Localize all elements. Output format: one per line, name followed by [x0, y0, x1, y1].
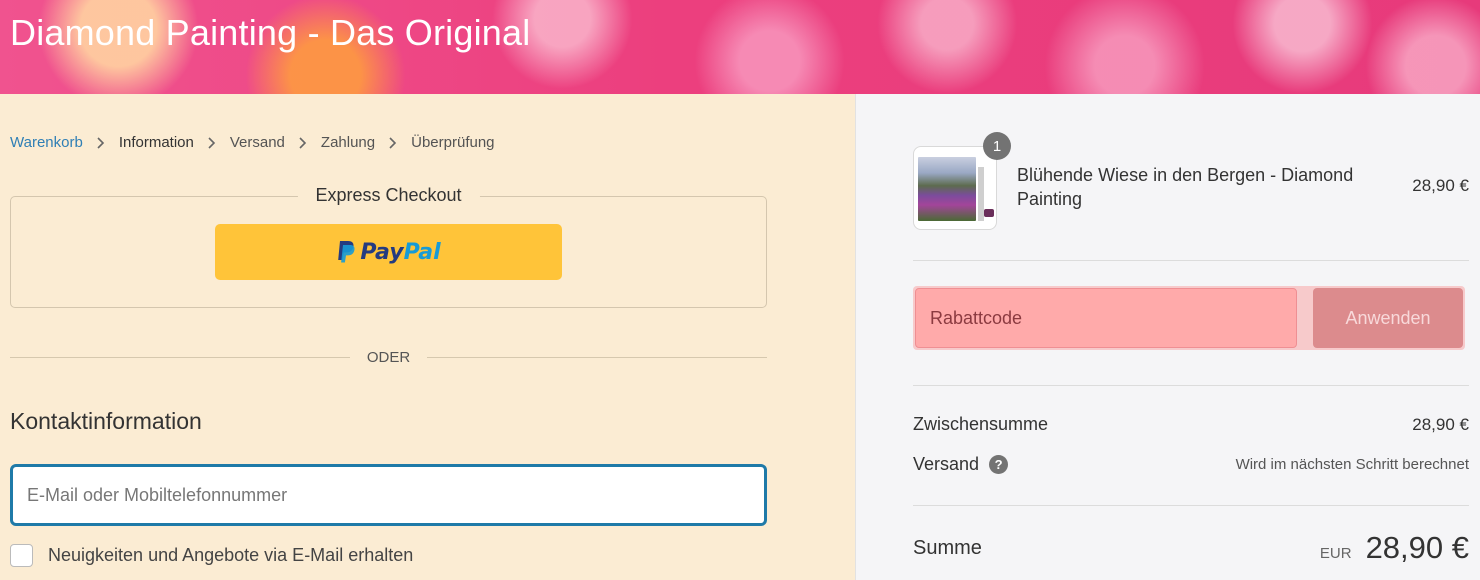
shipping-label: Versand: [913, 454, 980, 474]
chevron-right-icon: [208, 136, 216, 149]
shipping-value: Wird im nächsten Schritt berechnet: [1235, 456, 1469, 473]
divider-line: [913, 505, 1469, 506]
newsletter-label: Neuigkeiten und Angebote via E-Mail erha…: [48, 545, 414, 565]
apply-discount-button[interactable]: Anwenden: [1313, 288, 1463, 348]
chevron-right-icon: [97, 136, 105, 149]
discount-code-field[interactable]: [915, 288, 1297, 348]
header-banner: Diamond Painting - Das Original: [0, 0, 1480, 94]
shipping-row: Versand ? Wird im nächsten Schritt berec…: [913, 454, 1469, 475]
paypal-logo: PayPal: [336, 239, 441, 265]
total-label: Summe: [913, 536, 982, 559]
newsletter-option[interactable]: Neuigkeiten und Angebote via E-Mail erha…: [10, 544, 413, 567]
breadcrumb-cart[interactable]: Warenkorb: [10, 134, 83, 151]
breadcrumb-review: Überprüfung: [411, 134, 495, 151]
paypal-word-pay: Pay: [360, 239, 404, 265]
subtotal-value: 28,90 €: [1412, 414, 1469, 434]
divider-line: [913, 260, 1469, 261]
breadcrumb-information: Information: [118, 134, 194, 151]
paypal-word-pal: Pal: [403, 239, 441, 265]
breadcrumb-shipping: Versand: [229, 134, 285, 151]
email-input[interactable]: [13, 467, 764, 523]
or-divider: ODER: [10, 347, 767, 367]
paypal-icon: [338, 241, 355, 263]
help-icon[interactable]: ?: [989, 455, 1009, 474]
contact-heading: Kontaktinformation: [10, 408, 202, 434]
discount-code-section: Anwenden: [913, 286, 1469, 350]
total-amount-group: EUR 28,90 €: [1320, 530, 1469, 566]
product-price: 28,90 €: [1412, 176, 1469, 195]
subtotal-row: Zwischensumme 28,90 €: [913, 414, 1469, 435]
quantity-badge: 1: [983, 132, 1011, 160]
divider-line: [913, 385, 1469, 386]
product-name: Blühende Wiese in den Bergen - Diamond P…: [1017, 165, 1354, 209]
product-image-accessory: [984, 209, 994, 217]
breadcrumb-payment: Zahlung: [320, 134, 376, 151]
total-row: Summe EUR 28,90 €: [913, 530, 1469, 566]
breadcrumb: Warenkorb Information Versand Zahlung Üb…: [10, 134, 495, 151]
total-amount: 28,90 €: [1365, 530, 1469, 565]
email-field[interactable]: [10, 464, 767, 526]
paypal-button[interactable]: PayPal: [215, 224, 562, 280]
express-checkout-box: Express Checkout PayPal: [10, 185, 767, 308]
order-summary: 1 Blühende Wiese in den Bergen - Diamond…: [855, 94, 1480, 580]
subtotal-label: Zwischensumme: [913, 414, 1049, 434]
checkout-main: Warenkorb Information Versand Zahlung Üb…: [0, 94, 855, 580]
express-checkout-title: Express Checkout: [297, 185, 480, 206]
cart-line-item: 1 Blühende Wiese in den Bergen - Diamond…: [913, 132, 1469, 230]
newsletter-checkbox[interactable]: [10, 544, 33, 567]
product-image: [918, 157, 976, 221]
divider-line: [427, 357, 767, 358]
discount-code-input[interactable]: [916, 289, 1296, 347]
shipping-label-group: Versand ?: [913, 454, 1009, 475]
total-currency: EUR: [1319, 545, 1352, 562]
chevron-right-icon: [389, 136, 397, 149]
store-title[interactable]: Diamond Painting - Das Original: [10, 12, 530, 54]
chevron-right-icon: [299, 136, 307, 149]
product-thumbnail: [913, 146, 997, 230]
